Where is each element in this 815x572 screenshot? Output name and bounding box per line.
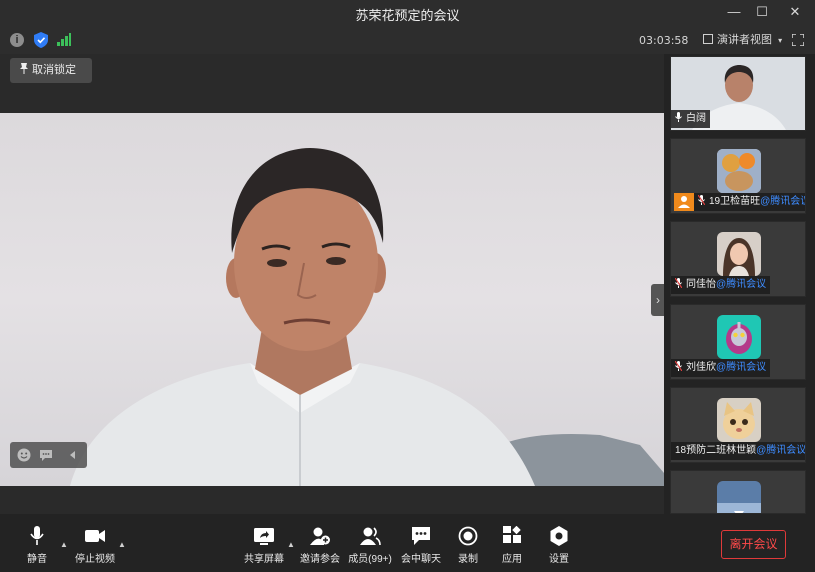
settings-button[interactable]: 设置	[546, 526, 572, 565]
record-icon	[458, 526, 478, 546]
microphone-icon	[30, 526, 44, 545]
chat-label: 会中聊天	[401, 554, 441, 565]
participant-org: @腾讯会议	[756, 445, 805, 456]
video-options-caret[interactable]: ▲	[118, 540, 126, 549]
fullscreen-icon[interactable]	[792, 34, 804, 46]
minimize-button[interactable]: —	[726, 4, 742, 20]
avatar	[717, 481, 761, 513]
mic-muted-icon	[675, 278, 682, 288]
avatar	[717, 315, 761, 359]
mute-label: 静音	[27, 554, 47, 565]
participant-tile[interactable]: 19卫检苗旺@腾讯会议	[670, 138, 806, 214]
participant-tile[interactable]: 18预防二班林世颖@腾讯会议	[670, 387, 806, 463]
avatar	[717, 398, 761, 442]
mic-muted-icon	[675, 361, 682, 371]
pin-icon	[20, 63, 28, 74]
participant-label: 19卫检苗旺@腾讯会议	[694, 193, 806, 211]
speaker-video-frame	[70, 148, 664, 486]
participant-sidebar: 白阔 19卫检苗旺@腾讯会议 同佳怡@腾讯会议 刘佳欣@腾讯会议 18预防二班林…	[664, 54, 815, 514]
reaction-bar	[10, 442, 87, 468]
participant-org: @腾讯会议	[760, 196, 806, 207]
members-icon	[360, 527, 381, 546]
chat-button[interactable]: 会中聊天	[400, 526, 442, 565]
unlock-button[interactable]: 取消锁定	[10, 58, 92, 83]
shield-icon[interactable]	[34, 32, 48, 48]
participant-tile[interactable]: 同佳怡@腾讯会议	[670, 221, 806, 297]
mute-button[interactable]: 静音	[22, 526, 52, 565]
participant-name: 18预防二班林世颖	[675, 445, 757, 456]
apps-button[interactable]: 应用	[499, 526, 525, 565]
settings-gear-icon	[550, 526, 568, 546]
share-screen-label: 共享屏幕	[244, 554, 284, 565]
participant-label: 18预防二班林世颖@腾讯会议	[671, 442, 805, 460]
main-stage: 取消锁定 ›	[0, 54, 665, 514]
participant-label: 同佳怡@腾讯会议	[671, 276, 771, 294]
speaker-video	[0, 113, 664, 486]
audio-options-caret[interactable]: ▲	[60, 540, 68, 549]
invite-label: 邀请参会	[300, 554, 340, 565]
members-button[interactable]: 成员(99+)	[347, 526, 393, 565]
avatar	[717, 149, 761, 193]
camera-icon	[85, 530, 105, 542]
chevron-down-icon: ▾	[778, 36, 783, 45]
participant-name: 同佳怡	[686, 279, 716, 290]
record-button[interactable]: 录制	[455, 526, 481, 565]
expand-sidebar-button[interactable]: ›	[651, 284, 665, 316]
participant-label: 刘佳欣@腾讯会议	[671, 359, 771, 377]
mic-muted-icon	[698, 195, 705, 205]
user-icon	[678, 196, 690, 208]
share-screen-icon	[254, 528, 274, 545]
meeting-info-bar: i 03:03:58 演讲者视图 ▾	[0, 26, 815, 54]
view-mode-button[interactable]: 演讲者视图 ▾	[703, 32, 782, 48]
close-button[interactable]: ✕	[787, 4, 803, 20]
meeting-toolbar: 静音 ▲ 停止视频 ▲ 共享屏幕 ▲ 邀请参会 成员(99+) 会中聊天 录制 …	[0, 514, 815, 572]
participant-tile[interactable]: 刘佳欣@腾讯会议	[670, 304, 806, 380]
window-title: 苏荣花预定的会议	[355, 8, 460, 23]
avatar	[717, 232, 761, 276]
apps-icon	[503, 526, 521, 543]
meeting-timer: 03:03:58	[639, 34, 689, 47]
participant-name: 刘佳欣	[686, 362, 716, 373]
participant-tile[interactable]	[670, 470, 806, 514]
participant-name: 19卫检苗旺	[709, 196, 761, 207]
participant-org: @腾讯会议	[716, 362, 767, 373]
emoji-icon[interactable]	[17, 448, 31, 462]
settings-label: 设置	[549, 554, 569, 565]
message-icon[interactable]	[39, 448, 53, 462]
chat-icon	[412, 527, 430, 545]
signal-icon[interactable]	[57, 33, 71, 46]
members-label: 成员(99+)	[348, 554, 392, 565]
share-screen-button[interactable]: 共享屏幕	[242, 526, 286, 565]
participant-label: 白阔	[671, 110, 710, 128]
participant-tile[interactable]: 白阔	[670, 56, 806, 131]
view-mode-label: 演讲者视图	[717, 34, 772, 46]
stop-video-button[interactable]: 停止视频	[73, 526, 117, 565]
add-user-icon	[310, 527, 330, 545]
maximize-button[interactable]: ☐	[754, 4, 770, 20]
share-options-caret[interactable]: ▲	[287, 540, 295, 549]
mic-icon	[675, 112, 682, 122]
collapse-icon[interactable]	[66, 448, 80, 462]
participant-org: @腾讯会议	[716, 279, 767, 290]
host-badge	[674, 193, 694, 211]
unlock-label: 取消锁定	[32, 64, 76, 76]
layout-icon	[703, 34, 713, 44]
invite-button[interactable]: 邀请参会	[298, 526, 342, 565]
info-icon[interactable]: i	[10, 33, 24, 47]
participant-name: 白阔	[686, 113, 706, 124]
title-bar: 苏荣花预定的会议 — ☐ ✕	[0, 0, 815, 26]
apps-label: 应用	[502, 554, 522, 565]
leave-meeting-button[interactable]: 离开会议	[721, 530, 786, 559]
record-label: 录制	[458, 554, 478, 565]
stop-video-label: 停止视频	[75, 554, 115, 565]
